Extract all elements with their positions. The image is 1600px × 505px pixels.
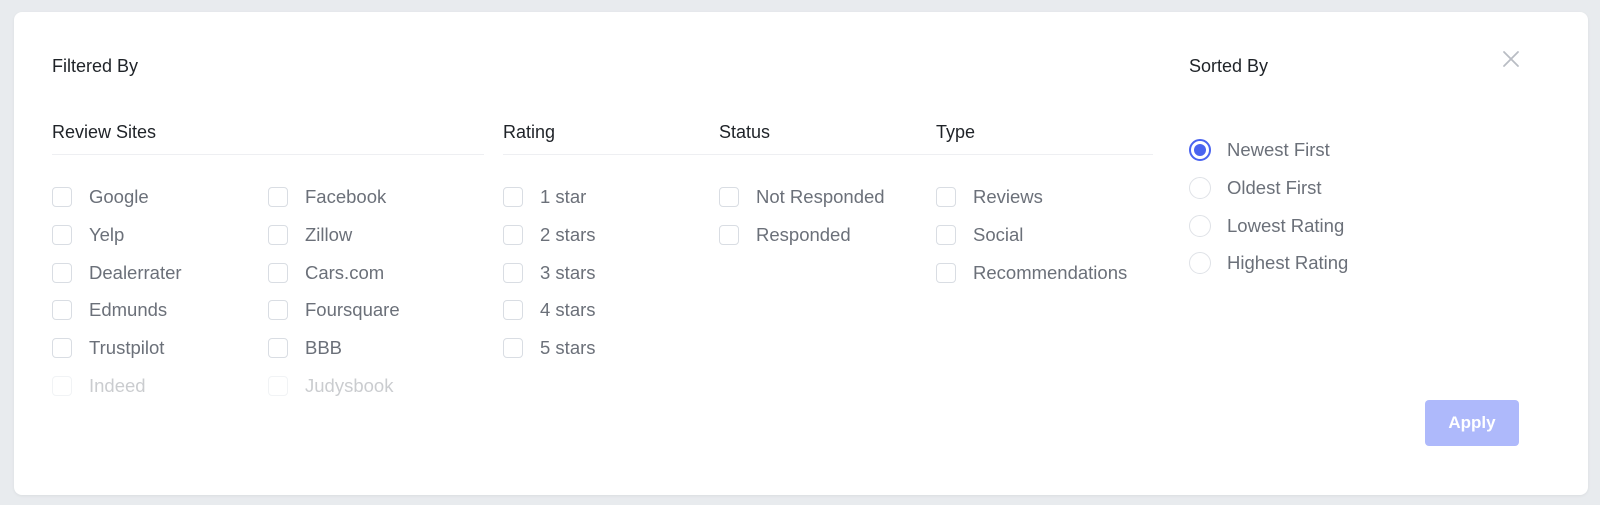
- checkbox[interactable]: [936, 187, 956, 207]
- checkbox-label: Cars.com: [305, 261, 385, 283]
- checkbox[interactable]: [503, 262, 523, 283]
- checkbox-label: Yelp: [89, 223, 125, 245]
- checkbox[interactable]: [719, 187, 739, 207]
- checkbox[interactable]: [503, 187, 523, 207]
- checkbox[interactable]: [719, 224, 739, 245]
- checkbox[interactable]: [268, 300, 288, 321]
- checkbox[interactable]: [268, 187, 288, 207]
- checkbox-label: Recommendations: [973, 261, 1128, 283]
- checkbox-label: Facebook: [305, 186, 387, 207]
- checkbox[interactable]: [52, 262, 72, 283]
- checkbox-label: Reviews: [973, 186, 1043, 207]
- checkbox-label: 4 stars: [540, 299, 596, 321]
- filtered-by-title: Filtered By: [52, 56, 139, 76]
- checkbox-label: Indeed: [89, 375, 146, 396]
- checkbox[interactable]: [268, 262, 288, 283]
- filter-sort-panel: Filtered By Review Sites Rating Status T…: [14, 12, 1588, 495]
- rating-header: Rating: [503, 122, 556, 142]
- type-header: Type: [936, 122, 976, 142]
- checkbox-label: Edmunds: [89, 299, 168, 321]
- checkbox-label: 5 stars: [540, 337, 596, 359]
- checkbox[interactable]: [503, 300, 523, 321]
- checkbox[interactable]: [52, 338, 72, 359]
- checkbox-label: Foursquare: [305, 299, 400, 321]
- sorted-by-title: Sorted By: [1189, 56, 1269, 76]
- checkbox[interactable]: [52, 300, 72, 321]
- checkbox-label: Not Responded: [756, 186, 885, 207]
- review-sites-header: Review Sites: [52, 122, 157, 142]
- checkbox[interactable]: [268, 224, 288, 245]
- checkbox-label: Trustpilot: [89, 337, 165, 359]
- checkbox-label: BBB: [305, 337, 343, 359]
- radio-label: Oldest First: [1227, 176, 1322, 198]
- checkbox-label: Google: [89, 186, 149, 207]
- checkbox[interactable]: [503, 224, 523, 245]
- checkbox[interactable]: [268, 338, 288, 359]
- radio-button[interactable]: [1189, 176, 1211, 199]
- radio-button[interactable]: [1189, 252, 1211, 275]
- checkbox-label: Judysbook: [305, 375, 394, 396]
- radio-button[interactable]: [1189, 214, 1211, 237]
- checkbox[interactable]: [52, 376, 72, 396]
- checkbox[interactable]: [936, 224, 956, 245]
- checkbox[interactable]: [52, 224, 72, 245]
- close-icon[interactable]: [1500, 48, 1522, 70]
- checkbox[interactable]: [268, 376, 288, 396]
- radio-label: Lowest Rating: [1227, 214, 1345, 236]
- checkbox-label: Dealerrater: [89, 261, 182, 283]
- status-header: Status: [719, 122, 771, 142]
- checkbox-label: 1 star: [540, 186, 587, 207]
- checkbox-label: 3 stars: [540, 261, 596, 283]
- checkbox-label: 2 stars: [540, 223, 596, 245]
- checkbox-label: Responded: [756, 223, 851, 245]
- checkbox[interactable]: [52, 187, 72, 207]
- checkbox-label: Zillow: [305, 223, 353, 245]
- filter-columns-divider: [503, 154, 1153, 155]
- radio-label: Highest Rating: [1227, 252, 1349, 274]
- apply-button[interactable]: Apply: [1425, 400, 1519, 446]
- review-sites-divider: [52, 154, 484, 155]
- radio-button[interactable]: [1189, 139, 1211, 161]
- radio-label: Newest First: [1227, 139, 1330, 160]
- checkbox[interactable]: [936, 262, 956, 283]
- checkbox-label: Social: [973, 223, 1024, 245]
- checkbox[interactable]: [503, 338, 523, 359]
